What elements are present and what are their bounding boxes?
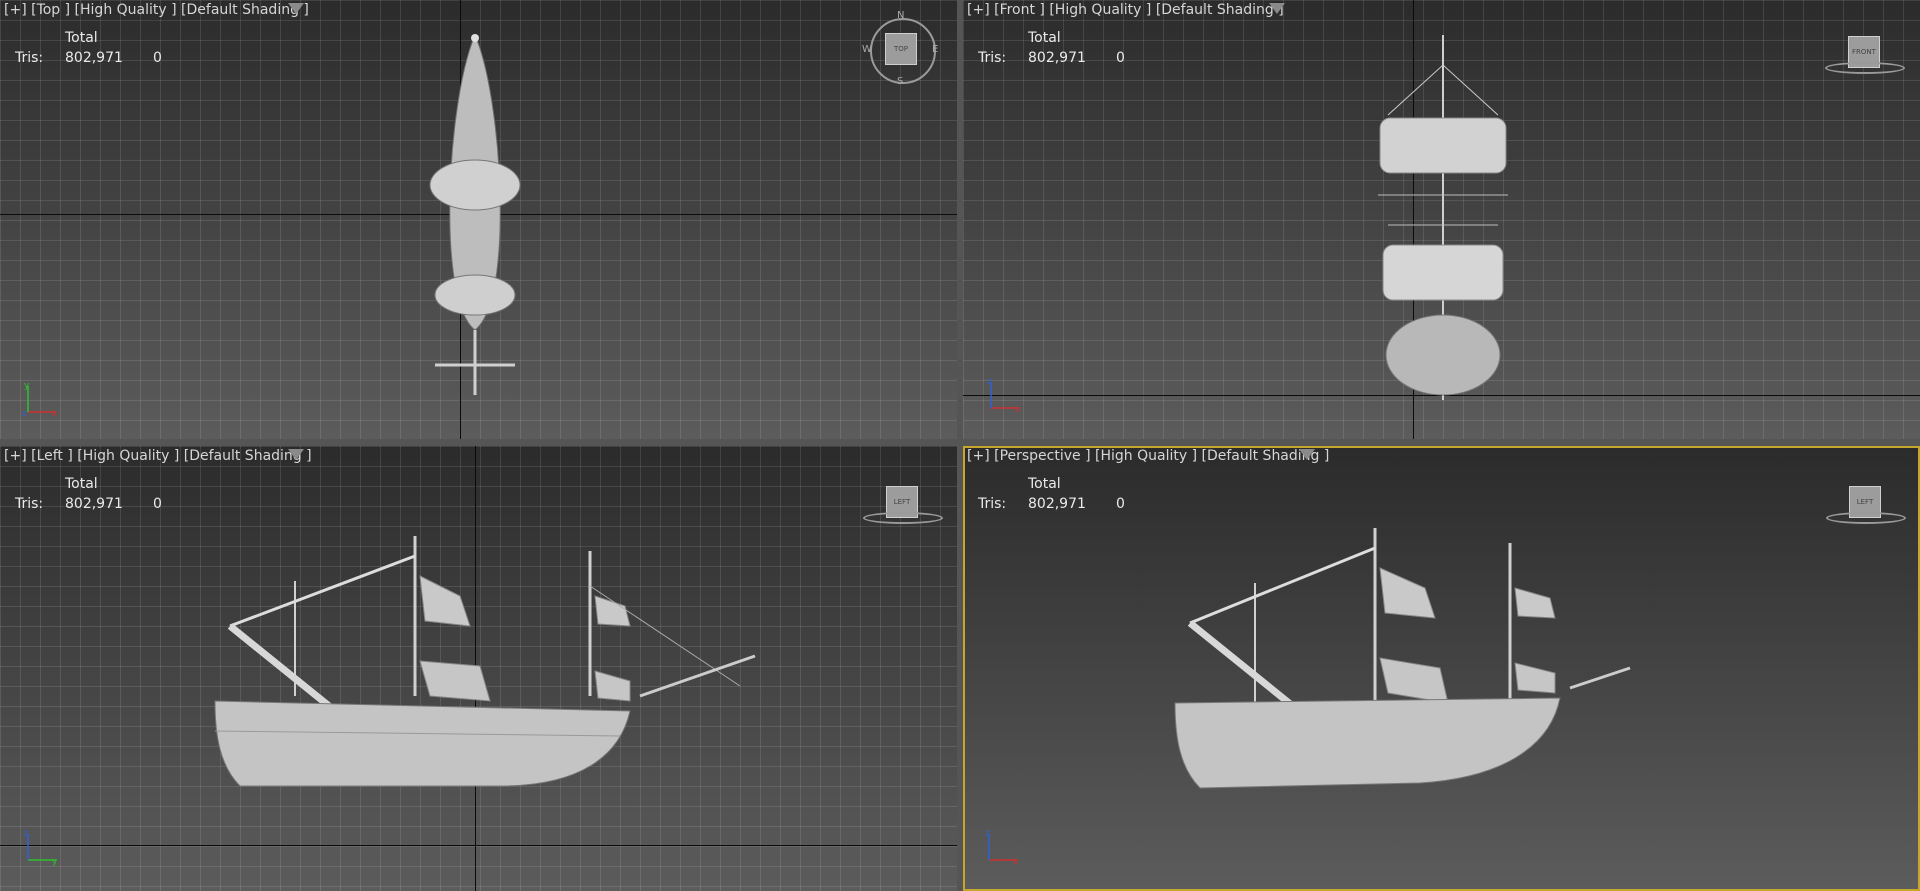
compass-east: E: [932, 44, 939, 55]
filter-icon[interactable]: [288, 3, 304, 14]
viewport-label[interactable]: [+] [Front ] [High Quality ] [Default Sh…: [967, 2, 1284, 18]
axis-tripod-icon: y z: [24, 830, 58, 867]
filter-icon[interactable]: [288, 449, 304, 460]
compass-south: S: [897, 76, 904, 87]
tris-total: 802,971: [1028, 496, 1086, 512]
tris-label: Tris:: [978, 496, 1007, 512]
ship-model[interactable]: [200, 486, 760, 806]
viewcube-face-label: LEFT: [893, 498, 911, 506]
axis-x-label: x: [1015, 405, 1021, 415]
tris-selected: 0: [1116, 496, 1125, 512]
tris-total: 802,971: [65, 50, 123, 66]
viewport-top[interactable]: [+] [Top ] [High Quality ] [Default Shad…: [0, 0, 957, 439]
tris-label: Tris:: [15, 496, 44, 512]
compass-west: W: [862, 44, 872, 55]
viewport-front[interactable]: [+] [Front ] [High Quality ] [Default Sh…: [963, 0, 1920, 439]
axis-z-label: z: [987, 378, 992, 387]
axis-z-label: z: [985, 830, 990, 839]
viewcube-ring: [863, 512, 943, 524]
viewport-label[interactable]: [+] [Top ] [High Quality ] [Default Shad…: [4, 2, 309, 18]
axis-tripod-icon: x z: [985, 830, 1019, 867]
filter-icon[interactable]: [1299, 449, 1315, 460]
ship-model[interactable]: [1160, 488, 1720, 808]
axis-z-label: z: [24, 830, 29, 839]
viewport-perspective[interactable]: [+] [Perspective ] [High Quality ] [Defa…: [963, 446, 1920, 891]
axis-z-label: z: [22, 409, 27, 419]
viewcube-ring: [1826, 512, 1906, 524]
axis-tripod-icon: x y z: [22, 382, 58, 419]
viewcube-face-label: FRONT: [1852, 48, 1876, 56]
tris-label: Tris:: [978, 50, 1007, 66]
viewcube-icon[interactable]: TOP: [885, 33, 917, 65]
ship-model[interactable]: [420, 30, 530, 400]
stats-header: Total: [1028, 30, 1061, 46]
tris-selected: 0: [153, 496, 162, 512]
world-axis-y: [0, 845, 957, 846]
tris-label: Tris:: [15, 50, 44, 66]
compass-north: N: [897, 10, 905, 21]
axis-y-label: y: [24, 382, 30, 391]
tris-selected: 0: [153, 50, 162, 66]
stats-header: Total: [65, 30, 98, 46]
tris-total: 802,971: [1028, 50, 1086, 66]
tris-total: 802,971: [65, 496, 123, 512]
axis-x-label: x: [52, 409, 58, 419]
stats-header: Total: [1028, 476, 1061, 492]
viewport-left[interactable]: [+] [Left ] [High Quality ] [Default Sha…: [0, 446, 957, 891]
axis-tripod-icon: x z: [987, 378, 1021, 415]
viewcube-face-label: LEFT: [1856, 498, 1874, 506]
stats-header: Total: [65, 476, 98, 492]
viewcube-face-label: TOP: [893, 45, 908, 53]
tris-selected: 0: [1116, 50, 1125, 66]
ship-model[interactable]: [1368, 35, 1518, 405]
viewcube-ring: [1825, 62, 1905, 74]
viewport-label[interactable]: [+] [Perspective ] [High Quality ] [Defa…: [967, 448, 1329, 464]
axis-x-label: x: [1013, 857, 1019, 867]
filter-icon[interactable]: [1269, 3, 1285, 14]
viewport-label[interactable]: [+] [Left ] [High Quality ] [Default Sha…: [4, 448, 312, 464]
axis-y-label: y: [52, 857, 58, 867]
